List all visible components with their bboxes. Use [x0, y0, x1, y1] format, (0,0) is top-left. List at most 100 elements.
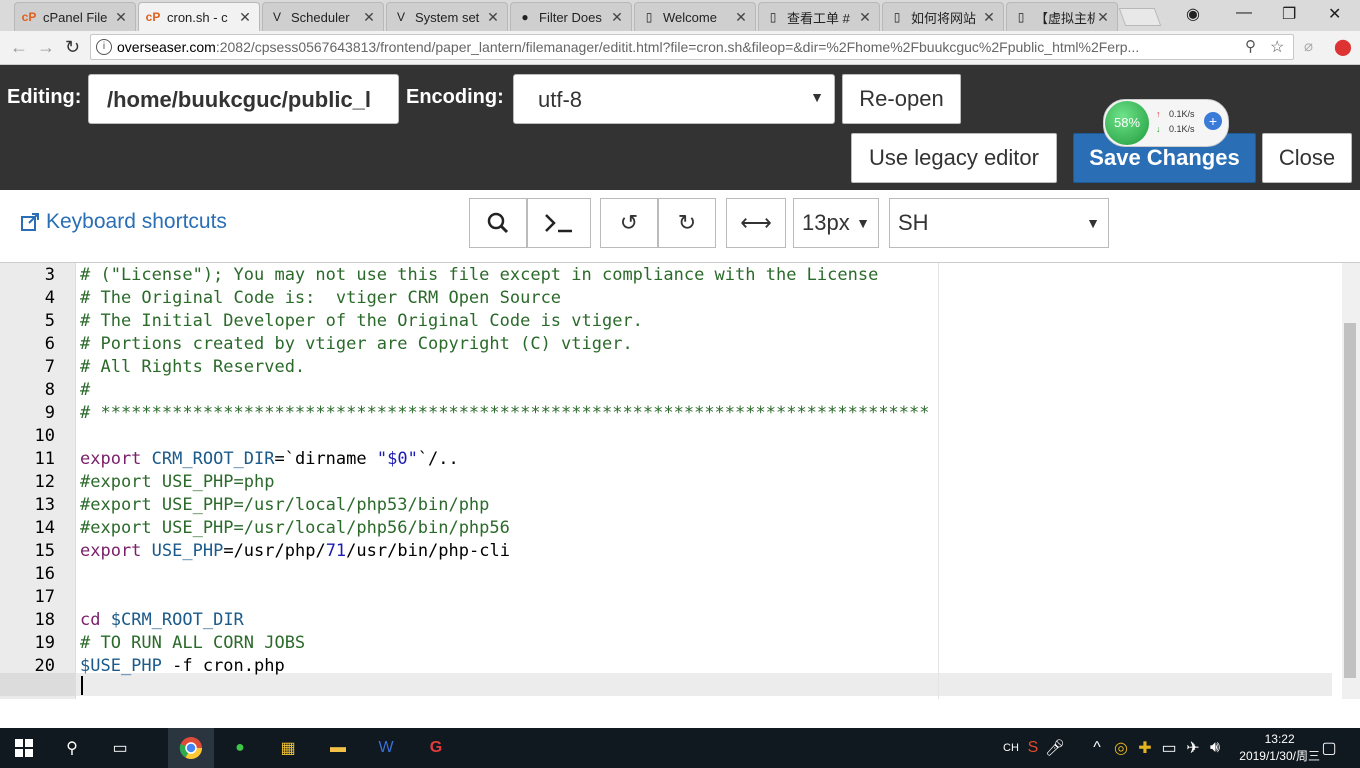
- line-number: 12: [34, 472, 55, 492]
- update-icon[interactable]: ⬤: [1334, 37, 1352, 57]
- tab-title: Filter Does: [539, 9, 602, 25]
- code-line: #export USE_PHP=/usr/local/php56/bin/php…: [80, 518, 510, 538]
- tray-plus-icon[interactable]: ✚: [1136, 728, 1154, 768]
- tab-title: cron.sh - c: [167, 9, 228, 25]
- tab-title: Welcome: [663, 9, 717, 25]
- line-number: 8: [44, 380, 55, 400]
- microphone-icon[interactable]: 🎤︎: [1045, 728, 1065, 768]
- sogou-icon[interactable]: S: [1024, 728, 1042, 768]
- tab-cpanel-file[interactable]: cP cPanel File ✕: [14, 2, 136, 31]
- task-view-icon[interactable]: ▭: [106, 728, 134, 768]
- network-speed-widget[interactable]: 58% ↑ 0.1K/s ↓ 0.1K/s +: [1103, 99, 1229, 147]
- wrap-toggle-icon[interactable]: ⟷: [726, 198, 786, 248]
- code-line: # Portions created by vtiger are Copyrig…: [80, 334, 633, 354]
- window-close-icon[interactable]: ✕: [1328, 4, 1341, 24]
- line-number: 6: [44, 334, 55, 354]
- search-icon[interactable]: [469, 198, 527, 248]
- tab-virtual-host[interactable]: ▯ 【虚拟主机 ✕: [1006, 2, 1118, 31]
- code-line: # All Rights Reserved.: [80, 357, 306, 377]
- terminal-icon[interactable]: [527, 198, 591, 248]
- bookmark-star-icon[interactable]: ☆: [1270, 37, 1284, 57]
- tab-title: 【虚拟主机: [1035, 10, 1095, 26]
- encoding-select[interactable]: utf-8 ▼: [513, 74, 835, 124]
- wechat-icon[interactable]: ●: [226, 728, 254, 768]
- notification-icon[interactable]: ▢: [1318, 728, 1340, 768]
- zoom-icon[interactable]: ⚲: [1245, 37, 1256, 55]
- close-icon[interactable]: ✕: [485, 9, 501, 26]
- restore-icon[interactable]: ❐: [1282, 4, 1296, 24]
- tab-scheduler[interactable]: V Scheduler ✕: [262, 2, 384, 31]
- keyboard-shortcuts-link[interactable]: Keyboard shortcuts: [20, 210, 227, 234]
- editing-path-field[interactable]: /home/buukcguc/public_l: [88, 74, 399, 124]
- line-number-gutter: 3456789101112131415161718192021: [0, 263, 76, 699]
- font-size-value: 13px: [802, 210, 850, 235]
- code-line: #export USE_PHP=php: [80, 472, 275, 492]
- browser-toolbar: ← → ↻ overseaser.com:2082/cpsess05676438…: [0, 31, 1360, 65]
- close-icon[interactable]: ✕: [1095, 9, 1111, 26]
- tab-title: 查看工单 #: [787, 10, 850, 26]
- address-bar[interactable]: overseaser.com:2082/cpsess0567643813/fro…: [90, 34, 1294, 60]
- app-g-icon[interactable]: G: [422, 728, 450, 768]
- undo-icon[interactable]: ↺: [600, 198, 658, 248]
- close-icon[interactable]: ✕: [237, 9, 253, 26]
- line-number: 14: [34, 518, 55, 538]
- code-line: # The Original Code is: vtiger CRM Open …: [80, 288, 562, 308]
- profile-icon[interactable]: ◉: [1186, 4, 1200, 24]
- wps-writer-icon[interactable]: W: [372, 728, 400, 768]
- back-icon[interactable]: ←: [10, 37, 28, 58]
- tab-system-settings[interactable]: V System set ✕: [386, 2, 508, 31]
- reopen-button[interactable]: Re-open: [842, 74, 961, 124]
- redo-icon[interactable]: ↻: [658, 198, 716, 248]
- close-icon[interactable]: ✕: [733, 9, 749, 26]
- plus-icon[interactable]: +: [1204, 112, 1222, 130]
- windows-start-icon[interactable]: [10, 728, 38, 768]
- page-icon: ▯: [645, 10, 653, 24]
- close-button[interactable]: Close: [1262, 133, 1352, 183]
- code-line: # **************************************…: [80, 403, 930, 423]
- site-info-icon[interactable]: i: [96, 39, 112, 55]
- close-icon[interactable]: ✕: [361, 9, 377, 26]
- code-line: export USE_PHP=/usr/php/71/usr/bin/php-c…: [80, 541, 510, 561]
- chrome-tray-icon[interactable]: ◎: [1112, 728, 1130, 768]
- tab-welcome[interactable]: ▯ Welcome ✕: [634, 2, 756, 31]
- tab-filter-does[interactable]: ● Filter Does ✕: [510, 2, 632, 31]
- minimize-icon[interactable]: —: [1236, 4, 1252, 22]
- code-line: # ("License"); You may not use this file…: [80, 265, 879, 285]
- scrollbar-thumb[interactable]: [1344, 323, 1356, 678]
- volume-icon[interactable]: 🔊︎: [1206, 728, 1224, 768]
- close-icon[interactable]: ✕: [609, 9, 625, 26]
- mode-select[interactable]: SH ▼: [889, 198, 1109, 248]
- mode-value: SH: [898, 210, 929, 235]
- notes-icon[interactable]: ▦: [274, 728, 302, 768]
- line-number: 7: [44, 357, 55, 377]
- use-legacy-editor-button[interactable]: Use legacy editor: [851, 133, 1057, 183]
- code-editor[interactable]: 3456789101112131415161718192021 # ("Lice…: [0, 262, 1360, 699]
- search-icon[interactable]: ⚲: [58, 728, 86, 768]
- clock-time: 13:22: [1264, 732, 1295, 746]
- forward-icon[interactable]: →: [37, 37, 55, 58]
- tab-cron-sh[interactable]: cP cron.sh - c ✕: [138, 2, 260, 31]
- close-icon[interactable]: ✕: [857, 9, 873, 26]
- line-number: 10: [34, 426, 55, 446]
- code-line: # TO RUN ALL CORN JOBS: [80, 633, 306, 653]
- extension-icon[interactable]: ⌀: [1304, 37, 1313, 55]
- chrome-taskbar-icon[interactable]: [168, 728, 214, 768]
- line-number: 3: [44, 265, 55, 285]
- airplane-mode-icon[interactable]: ✈: [1184, 728, 1202, 768]
- battery-icon[interactable]: ▭: [1160, 728, 1178, 768]
- close-icon[interactable]: ✕: [981, 9, 997, 26]
- editing-label: Editing:: [7, 86, 82, 108]
- cpanel-icon: cP: [145, 10, 161, 24]
- code-line: #export USE_PHP=/usr/local/php53/bin/php: [80, 495, 490, 515]
- chevron-up-icon[interactable]: ^: [1088, 728, 1106, 768]
- tab-ticket[interactable]: ▯ 查看工单 # ✕: [758, 2, 880, 31]
- reload-icon[interactable]: ↻: [65, 37, 80, 58]
- file-explorer-icon[interactable]: ▬: [324, 728, 352, 768]
- ime-indicator[interactable]: CH: [1000, 728, 1022, 768]
- tab-how-to[interactable]: ▯ 如何将网站 ✕: [882, 2, 1004, 31]
- close-icon[interactable]: ✕: [113, 9, 129, 26]
- new-tab-button[interactable]: [1118, 8, 1162, 26]
- taskbar-clock[interactable]: 13:22 2019/1/30/周三: [1239, 731, 1320, 765]
- font-size-select[interactable]: 13px ▼: [793, 198, 879, 248]
- chevron-down-icon: ▼: [810, 89, 824, 105]
